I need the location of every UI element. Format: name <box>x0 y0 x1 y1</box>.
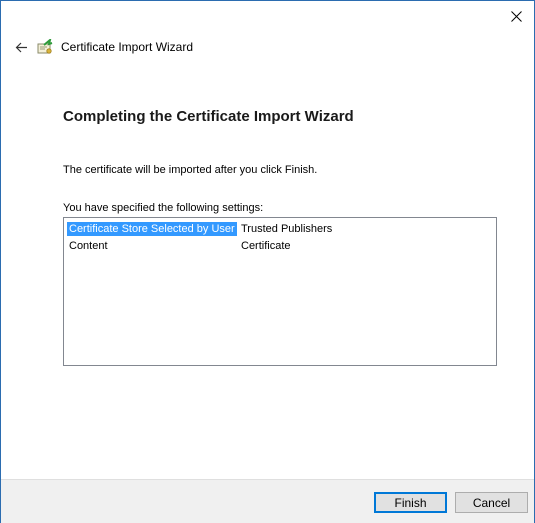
wizard-window: Certificate Import Wizard Completing the… <box>0 0 535 523</box>
certificate-icon <box>35 37 55 57</box>
settings-value: Trusted Publishers <box>241 222 333 235</box>
back-arrow-icon <box>15 42 27 52</box>
finish-button[interactable]: Finish <box>374 492 447 513</box>
settings-row[interactable]: Certificate Store Selected by User Trust… <box>64 220 496 237</box>
settings-label: You have specified the following setting… <box>63 202 264 214</box>
cancel-button-label: Cancel <box>472 495 511 510</box>
close-button[interactable] <box>498 1 534 31</box>
settings-list[interactable]: Certificate Store Selected by User Trust… <box>63 217 497 366</box>
window-title: Certificate Import Wizard <box>61 40 194 54</box>
page-heading: Completing the Certificate Import Wizard <box>63 108 354 125</box>
settings-value: Certificate <box>241 239 291 252</box>
description-text: The certificate will be imported after y… <box>63 164 318 176</box>
back-button[interactable] <box>11 37 31 57</box>
settings-key: Content <box>69 239 108 252</box>
button-bar: Finish Cancel <box>1 479 534 523</box>
settings-key: Certificate Store Selected by User <box>64 221 237 236</box>
finish-button-label: Finish <box>394 495 427 510</box>
cancel-button[interactable]: Cancel <box>455 492 528 513</box>
close-icon <box>510 10 522 22</box>
settings-key-text: Certificate Store Selected by User <box>67 221 237 236</box>
settings-row[interactable]: Content Certificate <box>64 237 496 254</box>
wizard-header: Certificate Import Wizard <box>11 35 193 59</box>
